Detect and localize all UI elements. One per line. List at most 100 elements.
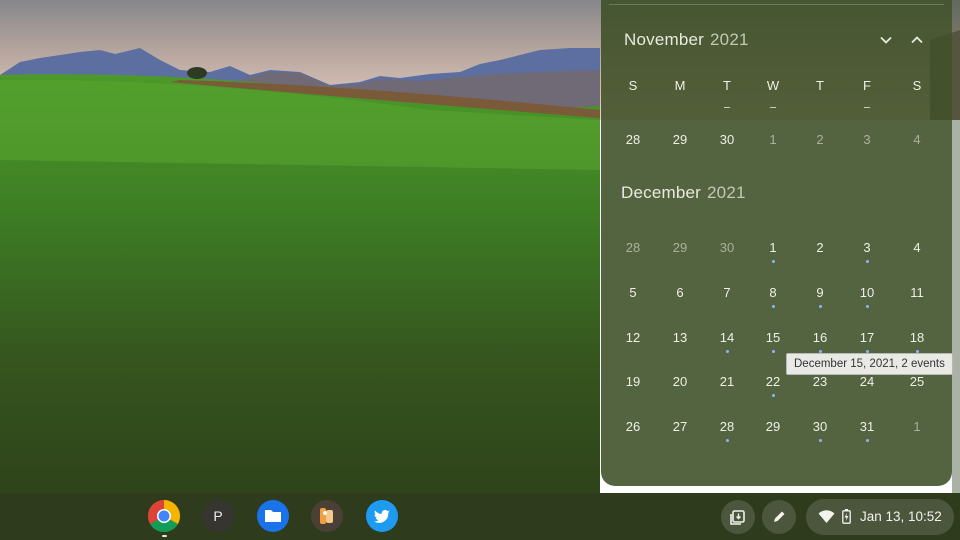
day-number: 16: [812, 330, 828, 345]
day-number: 14: [719, 330, 735, 345]
calendar-day[interactable]: 1: [897, 419, 937, 434]
calendar-day[interactable]: 6: [660, 285, 700, 300]
holding-space-button[interactable]: [721, 500, 755, 534]
calendar-day[interactable]: 27: [660, 419, 700, 434]
calendar-day[interactable]: 11: [897, 285, 937, 300]
calendar-day[interactable]: 21: [707, 374, 747, 389]
december-header: December 2021: [621, 183, 746, 203]
chrome-app-icon[interactable]: [147, 499, 181, 533]
day-number: 1: [769, 240, 777, 255]
folder-icon: [265, 510, 281, 522]
calendar-day[interactable]: 7: [707, 285, 747, 300]
calendar-day[interactable]: 8: [753, 285, 793, 308]
status-area[interactable]: Jan 13, 10:52: [806, 499, 954, 535]
calendar-day[interactable]: 28: [707, 419, 747, 442]
weekday-marker: [864, 107, 870, 108]
calendar-day[interactable]: 29: [660, 240, 700, 255]
calendar-day[interactable]: 16: [800, 330, 840, 353]
day-number: 22: [765, 374, 781, 389]
calendar-day[interactable]: 29: [753, 419, 793, 434]
calendar-day[interactable]: 3: [847, 240, 887, 263]
calendar-day[interactable]: 17: [847, 330, 887, 353]
day-number: 28: [625, 132, 641, 147]
photo-icon: [320, 508, 333, 524]
calendar-day[interactable]: 26: [613, 419, 653, 434]
calendar-day[interactable]: 20: [660, 374, 700, 389]
calendar-day[interactable]: 14: [707, 330, 747, 353]
day-number: 29: [765, 419, 781, 434]
calendar-day[interactable]: 1: [753, 240, 793, 263]
event-indicator-dot: [865, 439, 869, 442]
files-app-icon[interactable]: [257, 500, 289, 532]
calendar-day[interactable]: 24: [847, 374, 887, 389]
calendar-day[interactable]: 25: [897, 374, 937, 389]
day-number: 4: [913, 132, 921, 147]
weekday-header: T: [816, 78, 824, 93]
day-number: 17: [859, 330, 875, 345]
calendar-day[interactable]: 5: [613, 285, 653, 300]
day-number: 13: [672, 330, 688, 345]
weekday-marker: [770, 107, 776, 108]
day-number: 21: [719, 374, 735, 389]
date-tooltip: December 15, 2021, 2 events: [786, 353, 953, 375]
calendar-day[interactable]: 3: [847, 132, 887, 147]
calendar-day[interactable]: 13: [660, 330, 700, 345]
calendar-day[interactable]: 22: [753, 374, 793, 397]
calendar-day[interactable]: 4: [897, 132, 937, 147]
day-number: 28: [625, 240, 641, 255]
day-number: 2: [816, 132, 824, 147]
event-indicator-dot: [771, 394, 775, 397]
event-indicator-dot: [725, 439, 729, 442]
calendar-day[interactable]: 4: [897, 240, 937, 255]
day-number: 28: [719, 419, 735, 434]
app-letter: P: [213, 508, 223, 524]
chevron-down-icon: [880, 36, 892, 44]
p-app-icon[interactable]: P: [202, 500, 234, 532]
calendar-day[interactable]: 19: [613, 374, 653, 389]
day-number: 26: [625, 419, 641, 434]
calendar-day[interactable]: 30: [707, 240, 747, 255]
weekday-header: M: [674, 78, 686, 93]
day-number: 18: [909, 330, 925, 345]
next-month-button[interactable]: [873, 27, 899, 53]
day-number: 19: [625, 374, 641, 389]
weekday-header: S: [912, 78, 922, 93]
day-number: 1: [913, 419, 921, 434]
calendar-day[interactable]: 9: [800, 285, 840, 308]
calendar-day[interactable]: 2: [800, 240, 840, 255]
event-indicator-dot: [771, 350, 775, 353]
day-number: 9: [816, 285, 824, 300]
calendar-day[interactable]: 10: [847, 285, 887, 308]
wifi-icon: [818, 510, 835, 523]
day-number: 30: [719, 132, 735, 147]
calendar-day[interactable]: 1: [753, 132, 793, 147]
calendar-day[interactable]: 29: [660, 132, 700, 147]
day-number: 23: [812, 374, 828, 389]
photo-app-icon[interactable]: [311, 500, 343, 532]
panel-divider: [609, 4, 944, 5]
chrome-icon: [147, 499, 181, 533]
twitter-app-icon[interactable]: [366, 500, 398, 532]
month-year: 2021: [710, 30, 749, 49]
stylus-tools-icon: [774, 511, 785, 522]
calendar-day[interactable]: 30: [800, 419, 840, 442]
calendar-day[interactable]: 15: [753, 330, 793, 353]
month-name: November: [624, 30, 705, 49]
calendar-day[interactable]: 23: [800, 374, 840, 389]
previous-month-button[interactable]: [904, 27, 930, 53]
calendar-day[interactable]: 18: [897, 330, 937, 353]
running-indicator: [162, 535, 167, 537]
calendar-day[interactable]: 30: [707, 132, 747, 147]
weekday-header: T: [723, 78, 731, 93]
calendar-day[interactable]: 28: [613, 132, 653, 147]
stylus-tools-button[interactable]: [762, 500, 796, 534]
day-number: 15: [765, 330, 781, 345]
event-indicator-dot: [771, 260, 775, 263]
month-name: December: [621, 183, 702, 202]
calendar-day[interactable]: 28: [613, 240, 653, 255]
calendar-day[interactable]: 12: [613, 330, 653, 345]
day-number: 5: [629, 285, 637, 300]
calendar-day[interactable]: 2: [800, 132, 840, 147]
day-number: 7: [723, 285, 731, 300]
calendar-day[interactable]: 31: [847, 419, 887, 442]
